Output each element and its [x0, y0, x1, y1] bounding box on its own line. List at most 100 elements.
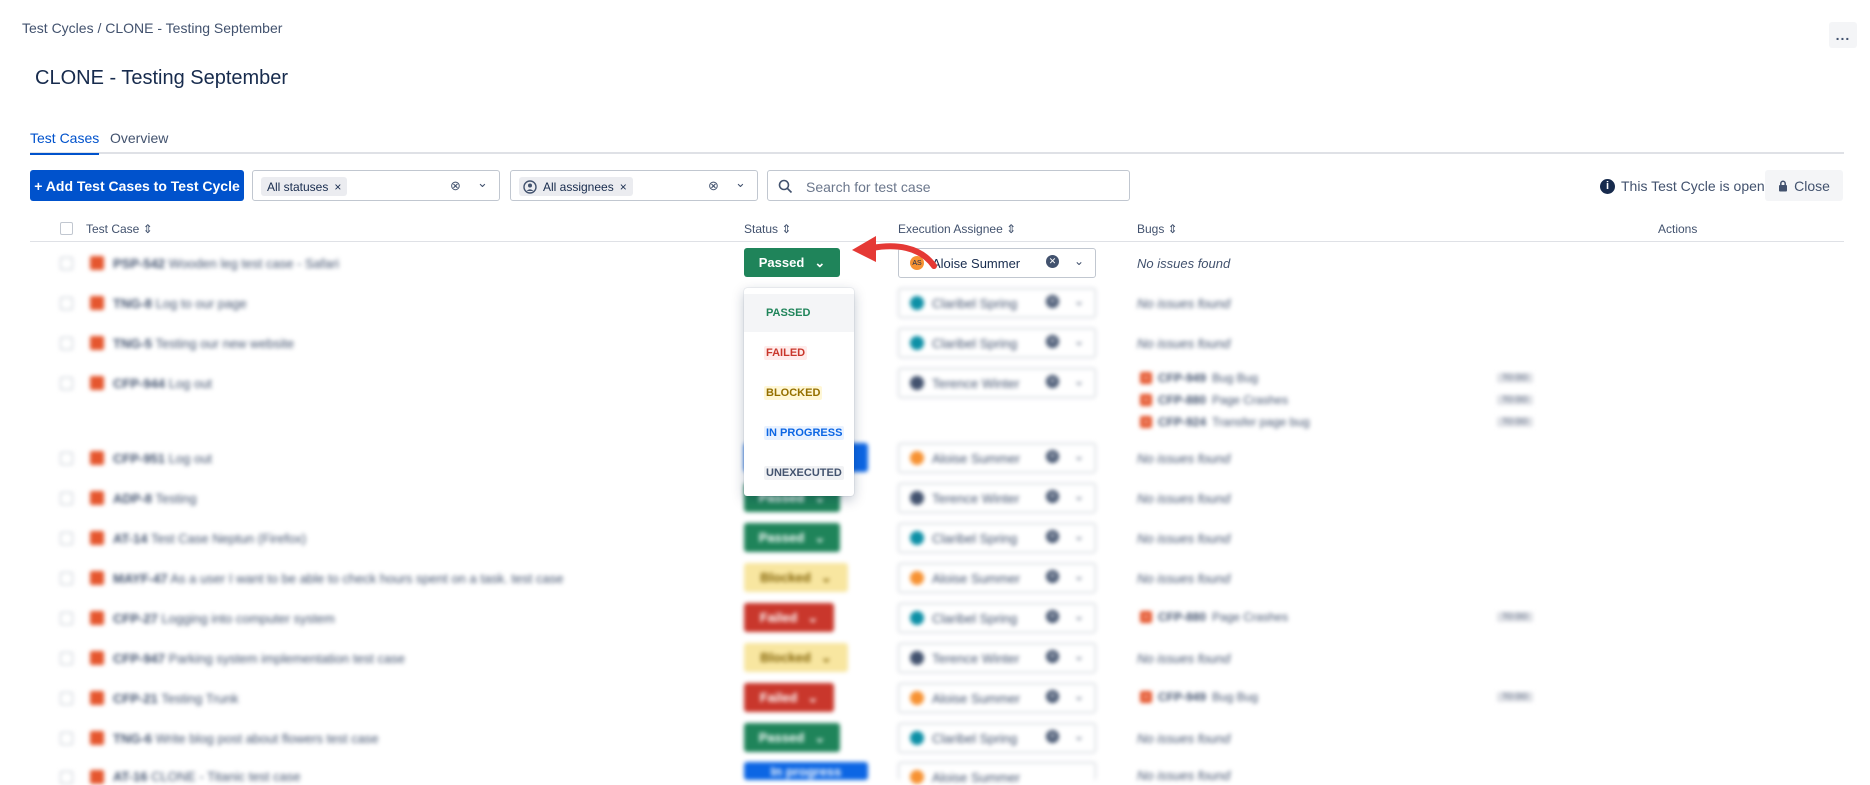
status-option-blocked[interactable]: BLOCKED: [744, 374, 854, 412]
row-checkbox[interactable]: [60, 452, 73, 465]
tab-overview[interactable]: Overview: [110, 130, 168, 146]
chevron-down-icon[interactable]: ⌄: [1074, 374, 1084, 388]
row-checkbox[interactable]: [60, 572, 73, 585]
clear-icon[interactable]: ⊗: [708, 178, 719, 194]
status-filter[interactable]: All statuses × ⊗ ⌄: [252, 170, 500, 201]
assignee-select[interactable]: Claribel Spring ✕ ⌄: [898, 603, 1096, 633]
test-case-link[interactable]: CFP-947 Parking system implementation te…: [113, 651, 405, 666]
status-select[interactable]: Passed ⌄: [744, 723, 840, 752]
row-checkbox[interactable]: [60, 652, 73, 665]
chevron-down-icon: ⌄: [814, 529, 826, 545]
clear-icon[interactable]: ✕: [1046, 730, 1059, 743]
clear-icon[interactable]: ✕: [1046, 650, 1059, 663]
test-case-link[interactable]: AT-16 CLONE - Titanic test case: [113, 769, 301, 784]
chevron-down-icon[interactable]: ⌄: [1074, 689, 1084, 703]
assignee-select[interactable]: Claribel Spring ✕ ⌄: [898, 523, 1096, 553]
bug-link[interactable]: ▪ CFP-949 Bug Bug: [1140, 371, 1258, 385]
chevron-down-icon[interactable]: ⌄: [1074, 489, 1084, 503]
clear-icon[interactable]: ✕: [1046, 375, 1059, 388]
chevron-down-icon[interactable]: ⌄: [1074, 449, 1084, 463]
chevron-down-icon[interactable]: ⌄: [1074, 729, 1084, 743]
clear-icon[interactable]: ✕: [1046, 610, 1059, 623]
chevron-down-icon[interactable]: ⌄: [1074, 649, 1084, 663]
bug-link[interactable]: ▪ CFP-949 Bug Bug: [1140, 690, 1258, 704]
add-test-cases-button[interactable]: + Add Test Cases to Test Cycle: [30, 170, 244, 201]
status-option-unexecuted[interactable]: UNEXECUTED: [744, 454, 854, 492]
row-checkbox[interactable]: [60, 257, 73, 270]
column-bugs[interactable]: Bugs ⇕: [1137, 222, 1178, 236]
test-case-link[interactable]: TNG-8 Log to our page: [113, 296, 247, 311]
assignee-select[interactable]: Terence Winter ✕ ⌄: [898, 643, 1096, 673]
row-checkbox[interactable]: [60, 297, 73, 310]
assignee-select[interactable]: Aloise Summer ✕ ⌄: [898, 563, 1096, 593]
test-case-link[interactable]: TNG-6 Write blog post about flowers test…: [113, 731, 379, 746]
assignee-select[interactable]: Aloise Summer ✕ ⌄: [898, 683, 1096, 713]
clear-icon[interactable]: ✕: [1046, 295, 1059, 308]
test-case-link[interactable]: MAYF-47 As a user I want to be able to c…: [113, 571, 563, 586]
status-select[interactable]: Blocked ⌄: [744, 643, 848, 672]
bug-link[interactable]: ▪ CFP-880 Page Crashes: [1140, 393, 1288, 407]
select-all-checkbox[interactable]: [60, 222, 73, 235]
row-checkbox[interactable]: [60, 492, 73, 505]
row-checkbox[interactable]: [60, 377, 73, 390]
test-case-link[interactable]: AT-14 Test Case Neptun (Firefox): [113, 531, 306, 546]
status-select[interactable]: In progress: [744, 762, 868, 780]
test-case-link[interactable]: CFP-27 Logging into computer system: [113, 611, 335, 626]
assignee-select[interactable]: Terence Winter ✕ ⌄: [898, 368, 1096, 398]
clear-icon[interactable]: ✕: [1046, 690, 1059, 703]
remove-tag-icon[interactable]: ×: [334, 180, 341, 194]
assignee-select[interactable]: Claribel Spring ✕ ⌄: [898, 328, 1096, 358]
column-test-case[interactable]: Test Case ⇕: [86, 222, 153, 236]
assignee-select[interactable]: Aloise Summer: [898, 762, 1096, 785]
status-option-passed[interactable]: PASSED: [744, 294, 854, 332]
row-checkbox[interactable]: [60, 732, 73, 745]
chevron-down-icon[interactable]: ⌄: [477, 175, 488, 191]
chevron-down-icon[interactable]: ⌄: [1074, 294, 1084, 308]
search-input[interactable]: Search for test case: [767, 170, 1130, 201]
tab-test-cases[interactable]: Test Cases: [30, 130, 100, 155]
chevron-down-icon[interactable]: ⌄: [1074, 334, 1084, 348]
chevron-down-icon[interactable]: ⌄: [1074, 569, 1084, 583]
more-actions-button[interactable]: ...: [1829, 22, 1857, 48]
breadcrumb[interactable]: Test Cycles / CLONE - Testing September: [22, 20, 282, 36]
status-select[interactable]: Failed ⌄: [744, 603, 834, 632]
status-option-in-progress[interactable]: IN PROGRESS: [744, 414, 854, 452]
test-case-link[interactable]: PSP-542 Wooden leg test case - Safari: [113, 256, 339, 271]
chevron-down-icon[interactable]: ⌄: [735, 175, 746, 191]
test-case-link[interactable]: CFP-944 Log out: [113, 376, 212, 391]
test-case-link[interactable]: ADP-8 Testing: [113, 491, 197, 506]
clear-icon[interactable]: ✕: [1046, 450, 1059, 463]
test-case-link[interactable]: CFP-951 Log out: [113, 451, 212, 466]
row-checkbox[interactable]: [60, 612, 73, 625]
row-checkbox[interactable]: [60, 692, 73, 705]
clear-icon[interactable]: ✕: [1046, 570, 1059, 583]
status-select[interactable]: Passed ⌄: [744, 248, 840, 277]
row-checkbox[interactable]: [60, 771, 73, 784]
status-select[interactable]: Failed ⌄: [744, 683, 834, 712]
chevron-down-icon[interactable]: ⌄: [1074, 609, 1084, 623]
assignee-filter[interactable]: All assignees × ⊗ ⌄: [510, 170, 758, 201]
chevron-down-icon[interactable]: ⌄: [1074, 529, 1084, 543]
test-case-link[interactable]: CFP-21 Testing Trunk: [113, 691, 239, 706]
row-checkbox[interactable]: [60, 532, 73, 545]
status-select[interactable]: Blocked ⌄: [744, 563, 848, 592]
bug-link[interactable]: ▪ CFP-880 Page Crashes: [1140, 610, 1288, 624]
assignee-select[interactable]: Terence Winter ✕ ⌄: [898, 483, 1096, 513]
row-checkbox[interactable]: [60, 337, 73, 350]
remove-tag-icon[interactable]: ×: [620, 180, 627, 194]
status-option-failed[interactable]: FAILED: [744, 334, 854, 372]
assignee-select[interactable]: Aloise Summer ✕ ⌄: [898, 443, 1096, 473]
column-status[interactable]: Status ⇕: [744, 222, 791, 236]
assignee-select[interactable]: Claribel Spring ✕ ⌄: [898, 723, 1096, 753]
status-select[interactable]: Passed ⌄: [744, 523, 840, 552]
assignee-select[interactable]: Claribel Spring ✕ ⌄: [898, 288, 1096, 318]
clear-icon[interactable]: ✕: [1046, 255, 1059, 268]
clear-icon[interactable]: ⊗: [450, 178, 461, 194]
close-cycle-button[interactable]: Close: [1765, 170, 1843, 201]
clear-icon[interactable]: ✕: [1046, 490, 1059, 503]
bug-link[interactable]: ▪ CFP-924 Transfer page bug: [1140, 415, 1310, 429]
chevron-down-icon[interactable]: ⌄: [1074, 254, 1084, 268]
test-case-link[interactable]: TNG-5 Testing our new website: [113, 336, 294, 351]
clear-icon[interactable]: ✕: [1046, 530, 1059, 543]
clear-icon[interactable]: ✕: [1046, 335, 1059, 348]
